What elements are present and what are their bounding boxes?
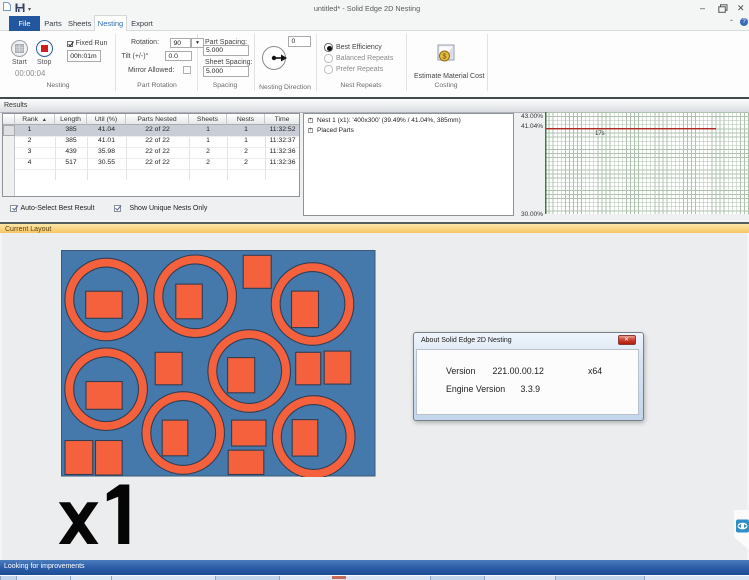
svg-text:$: $ — [443, 53, 447, 60]
